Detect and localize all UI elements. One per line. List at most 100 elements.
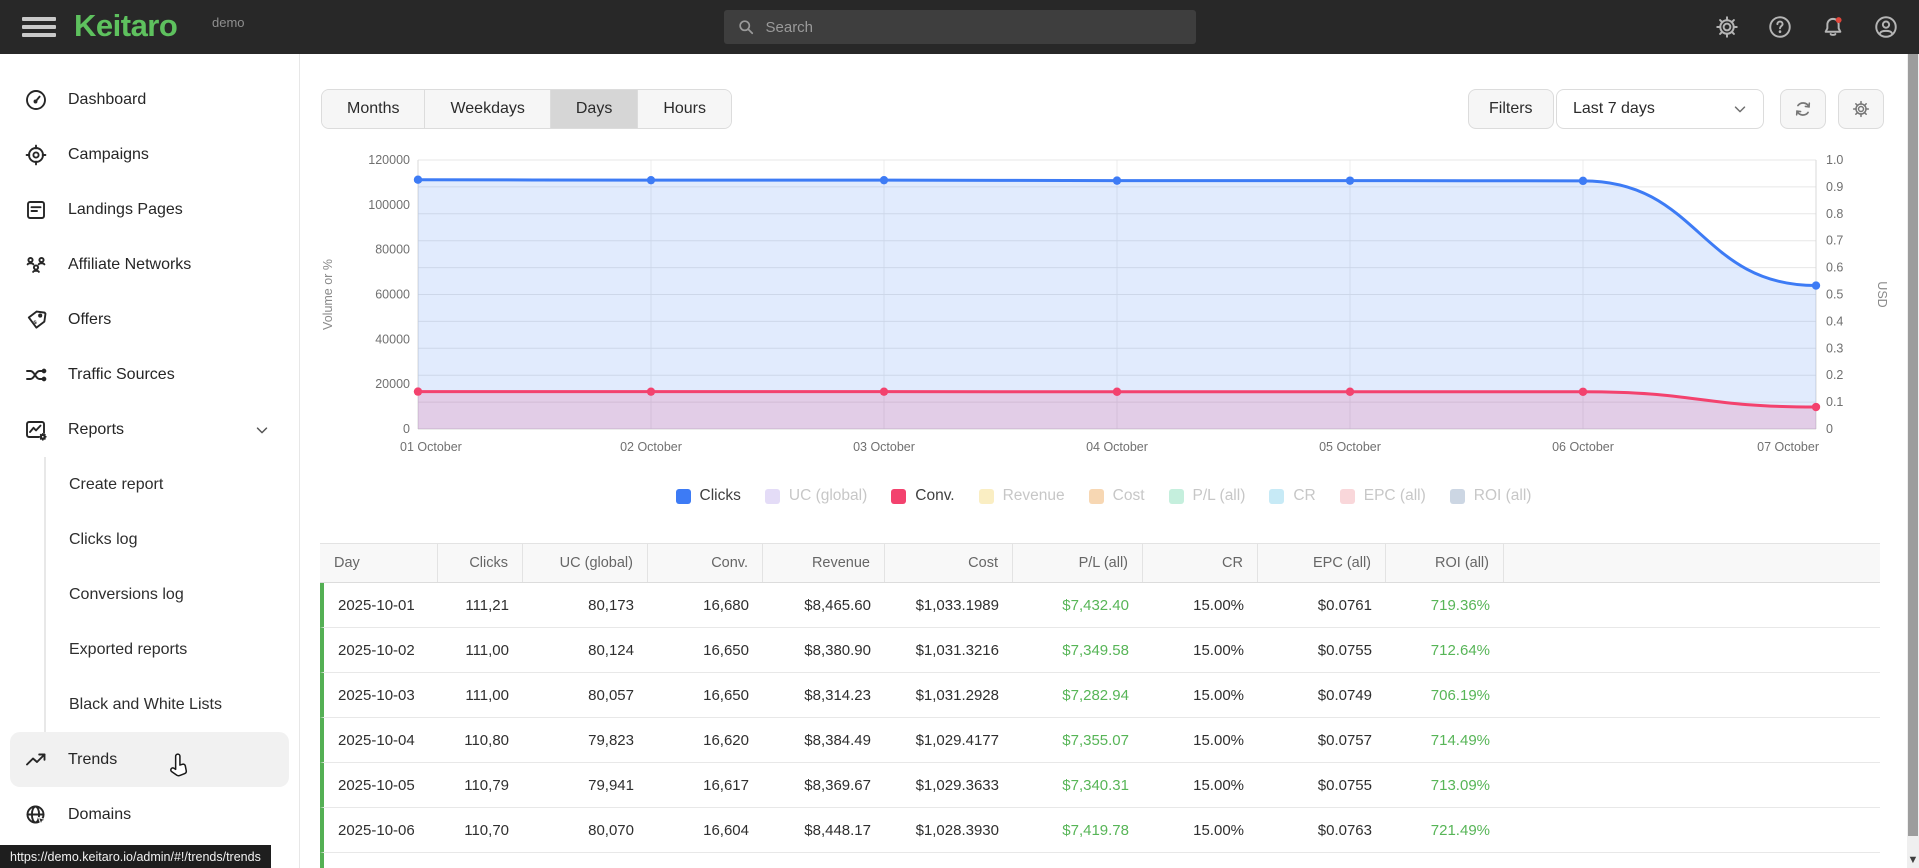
top-bar: Keitaro demo bbox=[0, 0, 1919, 54]
search-bar[interactable] bbox=[723, 10, 1196, 44]
sidebar-item-landings-pages[interactable]: Landings Pages bbox=[0, 182, 299, 237]
search-input[interactable] bbox=[765, 18, 1184, 36]
cell-day: 2025-10-01 bbox=[338, 596, 415, 614]
chart-legend: Clicks UC (global) Conv. Revenue Cost P/L (al… bbox=[300, 487, 1907, 505]
legend-item-clicks[interactable]: Clicks bbox=[675, 487, 741, 505]
svg-text:60000: 60000 bbox=[375, 288, 410, 302]
refresh-icon bbox=[1795, 102, 1811, 116]
legend-swatch bbox=[978, 488, 994, 504]
sidebar-subitem-create-report[interactable]: Create report bbox=[46, 457, 299, 512]
legend-label: EPC (all) bbox=[1363, 487, 1426, 504]
legend-item-revenue[interactable]: Revenue bbox=[978, 487, 1065, 505]
cell-epc-all-: $0.0749 bbox=[1317, 686, 1372, 704]
environment-label: demo bbox=[212, 15, 245, 30]
scrollbar-thumb[interactable] bbox=[1908, 54, 1918, 836]
cell-conv-: 16,604 bbox=[703, 821, 749, 839]
sidebar-item-offers[interactable]: s Offers bbox=[0, 292, 299, 347]
legend-item-p-l-all-[interactable]: P/L (all) bbox=[1168, 487, 1246, 505]
sidebar-subitem-clicks-log[interactable]: Clicks log bbox=[46, 512, 299, 567]
cell-p-l-all-: $7,355.07 bbox=[1062, 731, 1129, 749]
cell-roi-all-: 713.09% bbox=[1430, 776, 1490, 794]
scroll-down-arrow-icon[interactable]: ▼ bbox=[1907, 854, 1919, 866]
sidebar-item-domains[interactable]: Domains bbox=[0, 787, 299, 842]
sidebar-item-campaigns[interactable]: Campaigns bbox=[0, 127, 299, 182]
svg-text:04 October: 04 October bbox=[1086, 440, 1148, 454]
legend-label: P/L (all) bbox=[1192, 487, 1246, 504]
notification-dot bbox=[1835, 17, 1842, 23]
sidebar-item-affiliate-networks[interactable]: Affiliate Networks bbox=[0, 237, 299, 292]
offers-icon: s bbox=[27, 310, 47, 329]
trends-chart: 0 0.1 0.2 0.3 0.4 0.5 0.6 0.7 0.8 0.9 1.0 0 20000 400… bbox=[321, 153, 1889, 454]
legend-swatch bbox=[764, 488, 780, 504]
legend-item-roi-all-[interactable]: ROI (all) bbox=[1449, 487, 1531, 505]
legend-swatch bbox=[675, 488, 691, 504]
landings-pages-icon bbox=[27, 200, 45, 219]
svg-text:0.5: 0.5 bbox=[1826, 288, 1843, 302]
sidebar-subitem-conversions-log[interactable]: Conversions log bbox=[46, 567, 299, 622]
svg-text:0.6: 0.6 bbox=[1826, 261, 1843, 275]
reports-icon bbox=[26, 420, 47, 441]
sidebar-subitem-exported-reports[interactable]: Exported reports bbox=[46, 622, 299, 677]
legend-item-uc-global-[interactable]: UC (global) bbox=[764, 487, 867, 505]
legend-item-cr[interactable]: CR bbox=[1269, 487, 1316, 505]
column-header-uc-global-: UC (global) bbox=[523, 544, 648, 582]
help-icon[interactable] bbox=[1767, 14, 1793, 40]
cell-uc-global-: 79,823 bbox=[588, 731, 634, 749]
cell-uc-global-: 80,070 bbox=[588, 821, 634, 839]
user-profile-icon[interactable] bbox=[1873, 14, 1899, 40]
legend-label: CR bbox=[1293, 487, 1316, 504]
sidebar-subitem-black-and-white-lists[interactable]: Black and White Lists bbox=[46, 677, 299, 732]
cell-epc-all-: $0.0755 bbox=[1317, 641, 1372, 659]
cell-cost: $1,031.3216 bbox=[915, 641, 999, 659]
sidebar-item-traffic-sources[interactable]: Traffic Sources bbox=[0, 347, 299, 402]
cell-uc-global-: 80,124 bbox=[588, 641, 634, 659]
svg-text:0.3: 0.3 bbox=[1826, 341, 1843, 355]
cell-uc-global-: 79,941 bbox=[588, 776, 634, 794]
sidebar-item-label: Landings Pages bbox=[68, 200, 183, 218]
column-header-revenue: Revenue bbox=[763, 544, 885, 582]
sidebar-item-label: Domains bbox=[68, 805, 132, 823]
cell-roi-all-: 721.49% bbox=[1430, 821, 1490, 839]
cell-day: 2025-10-04 bbox=[338, 731, 415, 749]
column-header-cr: CR bbox=[1143, 544, 1258, 582]
sidebar-subnav-reports: Create report Clicks log Conversions log Ex… bbox=[44, 457, 299, 732]
cell-day: 2025-10-03 bbox=[338, 686, 415, 704]
sidebar-item-label: Dashboard bbox=[68, 90, 147, 108]
legend-label: Conv. bbox=[915, 487, 955, 504]
table-row: 2025-10-03 111,00 80,057 16,650 $8,314.23 $1,… bbox=[320, 673, 1880, 718]
sidebar-item-trends[interactable]: Trends bbox=[10, 732, 289, 787]
chevron-down-icon bbox=[256, 426, 268, 433]
legend-item-conv-[interactable]: Conv. bbox=[891, 487, 955, 505]
sidebar-item-label: Traffic Sources bbox=[68, 365, 175, 383]
cell-clicks: 111,21 bbox=[465, 596, 509, 614]
settings-gear-icon[interactable] bbox=[1714, 14, 1740, 40]
table-row: 2025-10-04 110,80 79,823 16,620 $8,384.49 $1,… bbox=[320, 718, 1880, 763]
cell-clicks: 110,79 bbox=[464, 776, 509, 794]
legend-swatch bbox=[891, 488, 907, 504]
cell-p-l-all-: $7,340.31 bbox=[1062, 776, 1129, 794]
dashboard-icon bbox=[26, 89, 46, 110]
sidebar-item-dashboard[interactable]: Dashboard bbox=[0, 72, 299, 127]
svg-text:0.1: 0.1 bbox=[1826, 395, 1843, 409]
legend-label: Cost bbox=[1112, 487, 1145, 504]
cell-p-l-all-: $7,432.40 bbox=[1062, 596, 1129, 614]
cell-revenue: $8,448.17 bbox=[804, 821, 871, 839]
svg-text:40000: 40000 bbox=[375, 332, 410, 346]
hamburger-menu-icon[interactable] bbox=[22, 13, 56, 41]
notifications-bell-icon[interactable] bbox=[1820, 14, 1846, 40]
cell-revenue: $8,314.23 bbox=[804, 686, 871, 704]
legend-item-cost[interactable]: Cost bbox=[1088, 487, 1145, 505]
page-scrollbar[interactable]: ▼ bbox=[1907, 54, 1919, 868]
svg-text:0.9: 0.9 bbox=[1826, 180, 1843, 194]
domains-icon bbox=[26, 805, 46, 825]
affiliate-networks-icon bbox=[26, 256, 46, 273]
legend-label: Revenue bbox=[1002, 487, 1065, 504]
sidebar-item-label: Affiliate Networks bbox=[68, 255, 192, 273]
sidebar-item-reports[interactable]: Reports bbox=[0, 402, 299, 457]
legend-item-epc-all-[interactable]: EPC (all) bbox=[1339, 487, 1426, 505]
cell-clicks: 110,80 bbox=[464, 731, 509, 749]
cell-conv-: 16,650 bbox=[703, 686, 749, 704]
cell-cost: $1,028.3930 bbox=[915, 821, 999, 839]
column-header-roi-all-: ROI (all) bbox=[1386, 544, 1504, 582]
cell-conv-: 16,680 bbox=[703, 596, 749, 614]
